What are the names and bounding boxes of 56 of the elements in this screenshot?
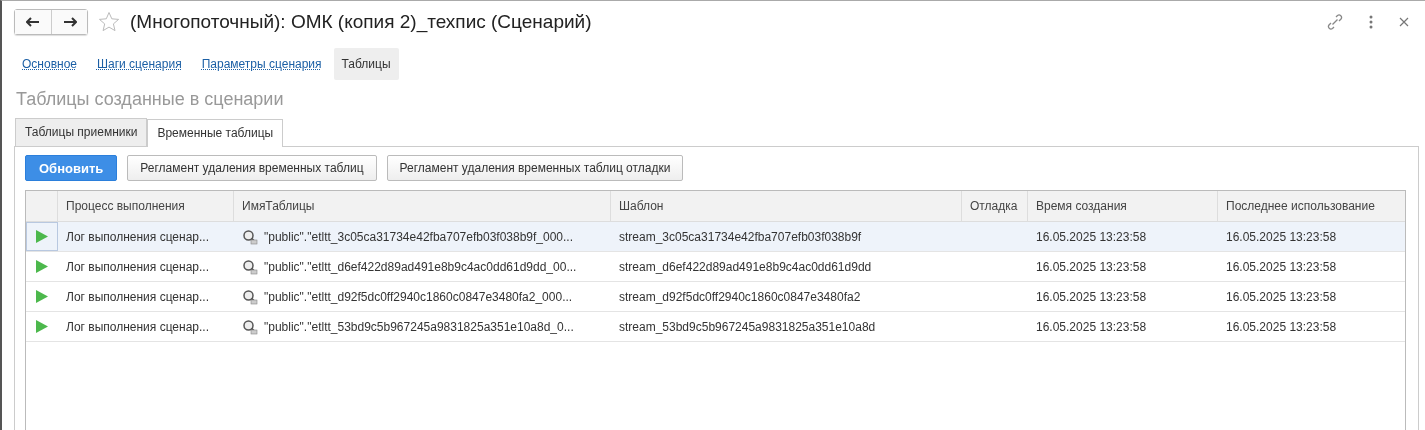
table-cell-text: 16.05.2025 13:23:58 — [1225, 288, 1338, 306]
table-cell-text: Лог выполнения сценар... — [65, 228, 211, 246]
play-icon — [36, 320, 48, 333]
table-row[interactable]: Лог выполнения сценар... "public"."etltt_3c05ca31734e42fba707efb03f038b9f_000... stream_3c05ca31734e42fba707efb03f038b9f 16.05.2025 13:23:58 16.05.2025 13:23:58 — [26, 222, 1405, 252]
close-icon[interactable] — [1399, 17, 1409, 27]
table-cell-text: 16.05.2025 13:23:58 — [1035, 228, 1148, 246]
column-header[interactable]: Процесс выполнения — [58, 191, 234, 221]
section-link[interactable]: Основное — [14, 48, 85, 80]
table-row[interactable]: Лог выполнения сценар... "public"."etltt_53bd9c5b967245a9831825a351e10a8d_0... stream_53bd9c5b967245a9831825a351e10a8d 16.05.2025 13:23:58 16.05.2025 13:23:58 — [26, 312, 1405, 342]
magnifier-icon[interactable] — [242, 258, 258, 275]
table-row[interactable]: Лог выполнения сценар... "public"."etltt_d6ef422d89ad491e8b9c4ac0dd61d9dd_00... stream_d6ef422d89ad491e8b9c4ac0dd61d9dd 16.05.2025 13:23:58 16.05.2025 13:23:58 — [26, 252, 1405, 282]
table-cell: "public"."etltt_d92f5dc0ff2940c1860c0847e3480fa2_000... — [264, 289, 573, 304]
play-icon — [36, 290, 48, 303]
forward-button[interactable] — [51, 10, 87, 34]
back-arrow-icon — [26, 17, 40, 27]
table-cell-text: Лог выполнения сценар... — [65, 258, 211, 276]
table-cell-text: stream_53bd9c5b967245a9831825a351e10a8d — [618, 318, 877, 336]
tab[interactable]: Таблицы приемники — [15, 118, 148, 146]
play-icon — [36, 260, 48, 273]
section-link[interactable]: Параметры сценария — [193, 48, 330, 80]
magnifier-icon[interactable] — [242, 318, 258, 335]
table-cell-text: 16.05.2025 13:23:58 — [1035, 318, 1148, 336]
table-cell-text: stream_d92f5dc0ff2940c1860c0847e3480fa2 — [618, 288, 862, 306]
table-row[interactable]: Лог выполнения сценар... "public"."etltt_d92f5dc0ff2940c1860c0847e3480fa2_000... stream_d92f5dc0ff2940c1860c0847e3480fa2 16.05.2025 13:23:58 16.05.2025 13:23:58 — [26, 282, 1405, 312]
table-cell-text: stream_3c05ca31734e42fba707efb03f038b9f — [618, 228, 863, 246]
table-cell-text: Лог выполнения сценар... — [65, 288, 211, 306]
table-cell: "public"."etltt_d6ef422d89ad491e8b9c4ac0dd61d9dd_00... — [264, 259, 577, 274]
column-header[interactable]: Отладка — [962, 191, 1028, 221]
table-cell: "public"."etltt_3c05ca31734e42fba707efb03f038b9f_000... — [264, 229, 574, 244]
forward-arrow-icon — [62, 17, 77, 27]
column-header[interactable]: Время создания — [1028, 191, 1218, 221]
table-cell-text: 16.05.2025 13:23:58 — [1225, 318, 1338, 336]
section-heading: Таблицы созданные в сценарии — [16, 89, 285, 110]
back-button[interactable] — [15, 10, 51, 34]
column-header[interactable]: Шаблон — [611, 191, 962, 221]
table-cell-text: Лог выполнения сценар... — [65, 318, 211, 336]
action-button[interactable]: Регламент удаления временных таблиц отладки — [386, 155, 684, 181]
column-header[interactable]: Последнее использование — [1218, 191, 1398, 221]
table-cell-text: stream_d6ef422d89ad491e8b9c4ac0dd61d9dd — [618, 258, 873, 276]
table-cell-text: 16.05.2025 13:23:58 — [1035, 288, 1148, 306]
magnifier-icon[interactable] — [242, 288, 258, 305]
section-link[interactable]: Шаги сценария — [89, 48, 190, 80]
table-cell-text: 16.05.2025 13:23:58 — [1225, 258, 1338, 276]
table-cell-text: 16.05.2025 13:23:58 — [1225, 228, 1338, 246]
tab[interactable]: Временные таблицы — [147, 119, 284, 147]
magnifier-icon[interactable] — [242, 228, 258, 245]
section-link[interactable]: Таблицы — [333, 48, 399, 80]
star-icon[interactable] — [98, 11, 120, 33]
link-icon[interactable] — [1327, 14, 1343, 30]
column-header[interactable]: ИмяТаблицы — [234, 191, 611, 221]
play-icon — [36, 230, 48, 243]
window-title: (Многопоточный): ОМК (копия 2)_техпис (Сценарий) — [130, 11, 592, 33]
table-cell: "public"."etltt_53bd9c5b967245a9831825a351e10a8d_0... — [264, 319, 574, 334]
table-cell-text: 16.05.2025 13:23:58 — [1035, 258, 1148, 276]
more-icon[interactable] — [1369, 15, 1373, 29]
action-button[interactable]: Регламент удаления временных таблиц — [127, 155, 377, 181]
